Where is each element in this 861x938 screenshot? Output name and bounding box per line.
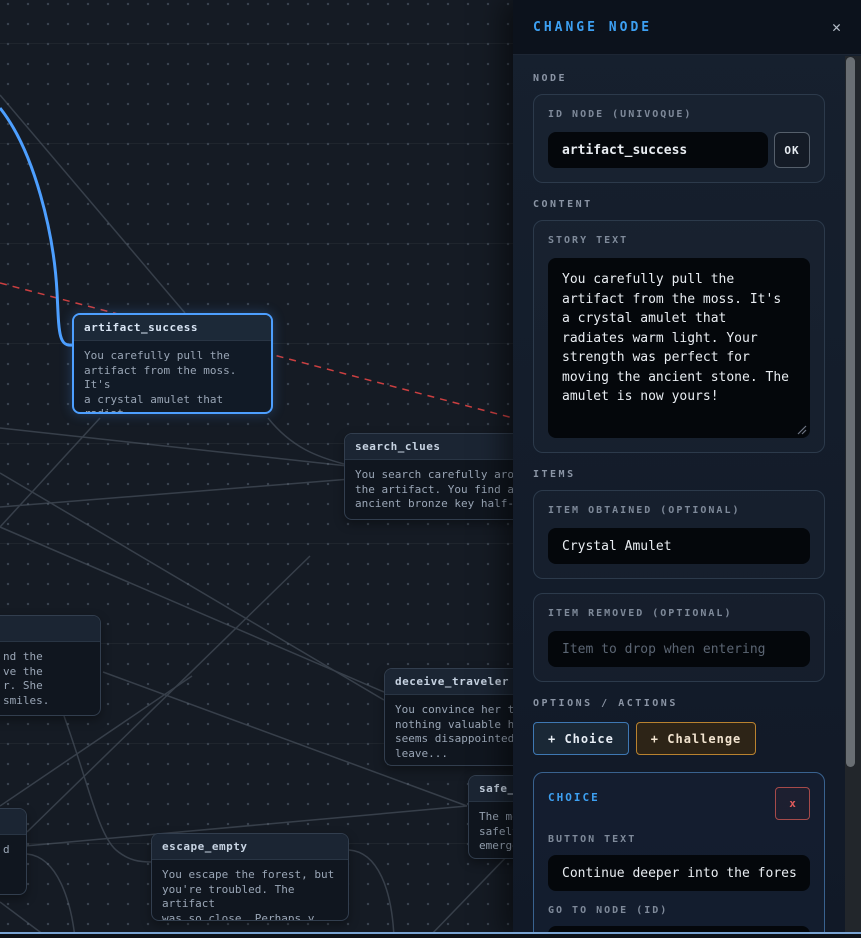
item-obtained-label: ITEM OBTAINED (OPTIONAL) — [548, 505, 741, 516]
item-removed-input[interactable] — [548, 631, 810, 667]
panel-scrollbar-track[interactable] — [845, 56, 861, 932]
story-text-label: STORY TEXT — [548, 235, 629, 246]
node-preview-text: d — [3, 843, 10, 856]
button-text-input[interactable] — [548, 855, 810, 891]
id-node-label: ID NODE (UNIVOQUE) — [548, 109, 693, 120]
item-obtained-input[interactable] — [548, 528, 810, 564]
id-node-card: ID NODE (UNIVOQUE) OK — [533, 94, 825, 183]
story-text-input[interactable]: You carefully pull the artifact from the… — [548, 258, 810, 438]
remove-choice-button[interactable]: x — [775, 787, 810, 820]
section-label-node: NODE — [533, 73, 568, 84]
selected-edge — [0, 107, 73, 347]
add-choice-button[interactable]: + Choice — [533, 722, 629, 755]
button-text-label: BUTTON TEXT — [548, 834, 637, 845]
app-window: artifact_success You carefully pull the … — [0, 0, 861, 938]
section-label-items: ITEMS — [533, 469, 576, 480]
item-removed-card: ITEM REMOVED (OPTIONAL) — [533, 593, 825, 682]
panel-scroll-area: NODE ID NODE (UNIVOQUE) OK CONTENT STORY… — [513, 55, 845, 932]
graph-node-partial-bottom-left[interactable]: d — [0, 808, 27, 895]
node-title — [0, 809, 26, 835]
resize-grip-icon[interactable] — [797, 425, 807, 435]
choice-card: CHOICE x BUTTON TEXT GO TO NODE (ID) STO… — [533, 772, 825, 932]
node-title — [0, 616, 100, 642]
node-title: artifact_success — [74, 315, 271, 341]
graph-node-partial-left[interactable]: nd the ve the r. She smiles. — [0, 615, 101, 716]
node-title: escape_empty — [152, 834, 348, 860]
item-obtained-card: ITEM OBTAINED (OPTIONAL) — [533, 490, 825, 579]
change-node-panel: CHANGE NODE ✕ NODE ID NODE (UNIVOQUE) OK… — [513, 0, 861, 938]
viewport-bottom-edge — [0, 932, 861, 938]
close-icon[interactable]: ✕ — [832, 19, 841, 35]
go-to-node-label: GO TO NODE (ID) — [548, 905, 669, 916]
section-label-options: OPTIONS / ACTIONS — [533, 698, 678, 709]
id-node-input[interactable] — [548, 132, 768, 168]
ok-button[interactable]: OK — [774, 132, 810, 168]
story-text-card: STORY TEXT You carefully pull the artifa… — [533, 220, 825, 453]
graph-node-artifact-success[interactable]: artifact_success You carefully pull the … — [72, 313, 273, 414]
add-challenge-button[interactable]: + Challenge — [635, 722, 757, 755]
section-label-content: CONTENT — [533, 199, 593, 210]
item-removed-label: ITEM REMOVED (OPTIONAL) — [548, 608, 733, 619]
node-preview-text: You escape the forest, but you're troubl… — [162, 868, 335, 921]
graph-node-escape-empty[interactable]: escape_empty You escape the forest, but … — [151, 833, 349, 921]
node-preview-text: You carefully pull the artifact from the… — [84, 349, 237, 414]
choice-card-title: CHOICE — [548, 791, 600, 804]
node-preview-text: nd the ve the r. She smiles. — [3, 650, 50, 707]
panel-scrollbar-thumb[interactable] — [846, 57, 855, 767]
panel-title: CHANGE NODE — [533, 19, 653, 35]
panel-header: CHANGE NODE ✕ — [513, 0, 861, 55]
